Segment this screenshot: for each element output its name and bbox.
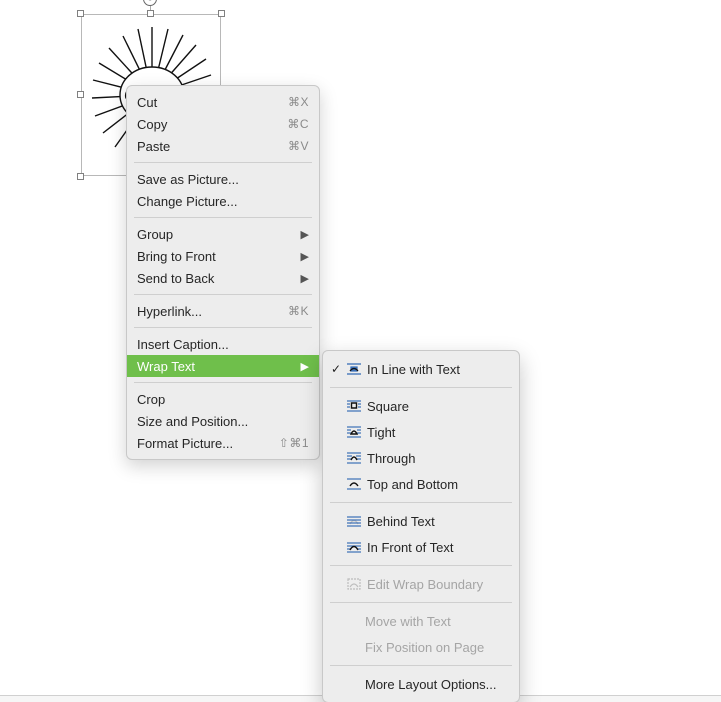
menu-item-label: Insert Caption...: [137, 337, 229, 352]
submenu-arrow-icon: ▶: [301, 250, 309, 263]
menu-item-bring-to-front[interactable]: Bring to Front ▶: [127, 245, 319, 267]
menu-separator: [330, 387, 512, 388]
resize-handle-top-left[interactable]: [77, 10, 84, 17]
wrap-text-submenu: ✓ In Line with Text Square Tight Through…: [322, 350, 520, 702]
menu-item-paste[interactable]: Paste ⌘V: [127, 135, 319, 157]
submenu-item-move-with-text: Move with Text: [323, 608, 519, 634]
wrap-square-icon: [343, 399, 365, 413]
submenu-arrow-icon: ▶: [301, 228, 309, 241]
submenu-item-label: Tight: [365, 425, 509, 440]
wrap-tight-icon: [343, 425, 365, 439]
menu-item-crop[interactable]: Crop: [127, 388, 319, 410]
wrap-infront-icon: [343, 540, 365, 554]
submenu-item-in-front-of-text[interactable]: In Front of Text: [323, 534, 519, 560]
submenu-item-fix-position: Fix Position on Page: [323, 634, 519, 660]
submenu-item-label: Fix Position on Page: [329, 640, 509, 655]
menu-item-label: Crop: [137, 392, 165, 407]
menu-item-group[interactable]: Group ▶: [127, 223, 319, 245]
submenu-arrow-icon: ▶: [301, 360, 309, 373]
menu-separator: [330, 602, 512, 603]
submenu-item-label: In Front of Text: [365, 540, 509, 555]
checkmark-icon: ✓: [329, 362, 343, 376]
wrap-edit-boundary-icon: [343, 577, 365, 591]
menu-separator: [134, 294, 312, 295]
submenu-item-label: Edit Wrap Boundary: [365, 577, 509, 592]
menu-separator: [134, 217, 312, 218]
menu-item-shortcut: ⌘X: [288, 95, 309, 109]
menu-separator: [330, 565, 512, 566]
menu-item-label: Cut: [137, 95, 157, 110]
menu-item-cut[interactable]: Cut ⌘X: [127, 91, 319, 113]
menu-item-hyperlink[interactable]: Hyperlink... ⌘K: [127, 300, 319, 322]
resize-handle-middle-left[interactable]: [77, 91, 84, 98]
menu-item-size-position[interactable]: Size and Position...: [127, 410, 319, 432]
menu-item-shortcut: ⌘K: [288, 304, 309, 318]
wrap-top-bottom-icon: [343, 477, 365, 491]
resize-handle-top-middle[interactable]: [147, 10, 154, 17]
menu-item-wrap-text[interactable]: Wrap Text ▶: [127, 355, 319, 377]
resize-handle-top-right[interactable]: [218, 10, 225, 17]
menu-separator: [330, 665, 512, 666]
menu-item-label: Format Picture...: [137, 436, 233, 451]
wrap-through-icon: [343, 451, 365, 465]
menu-item-label: Copy: [137, 117, 167, 132]
menu-item-send-to-back[interactable]: Send to Back ▶: [127, 267, 319, 289]
context-menu: Cut ⌘X Copy ⌘C Paste ⌘V Save as Picture.…: [126, 85, 320, 460]
wrap-behind-icon: [343, 514, 365, 528]
menu-item-label: Size and Position...: [137, 414, 248, 429]
menu-item-label: Wrap Text: [137, 359, 195, 374]
menu-item-label: Group: [137, 227, 173, 242]
menu-item-label: Paste: [137, 139, 170, 154]
menu-item-label: Bring to Front: [137, 249, 216, 264]
menu-item-shortcut: ⇧⌘1: [279, 436, 309, 450]
resize-handle-bottom-left[interactable]: [77, 173, 84, 180]
menu-item-label: Send to Back: [137, 271, 214, 286]
menu-item-label: Hyperlink...: [137, 304, 202, 319]
menu-separator: [134, 327, 312, 328]
submenu-item-label: Square: [365, 399, 509, 414]
submenu-item-in-line-with-text[interactable]: ✓ In Line with Text: [323, 356, 519, 382]
submenu-item-label: Move with Text: [329, 614, 509, 629]
menu-item-insert-caption[interactable]: Insert Caption...: [127, 333, 319, 355]
submenu-item-more-layout-options[interactable]: More Layout Options...: [323, 671, 519, 697]
submenu-item-edit-wrap-boundary: Edit Wrap Boundary: [323, 571, 519, 597]
menu-item-change-picture[interactable]: Change Picture...: [127, 190, 319, 212]
submenu-item-label: Through: [365, 451, 509, 466]
menu-separator: [330, 502, 512, 503]
menu-separator: [134, 162, 312, 163]
submenu-item-label: Behind Text: [365, 514, 509, 529]
submenu-item-through[interactable]: Through: [323, 445, 519, 471]
submenu-item-behind-text[interactable]: Behind Text: [323, 508, 519, 534]
submenu-item-label: In Line with Text: [365, 362, 509, 377]
menu-item-copy[interactable]: Copy ⌘C: [127, 113, 319, 135]
menu-item-shortcut: ⌘V: [288, 139, 309, 153]
submenu-item-tight[interactable]: Tight: [323, 419, 519, 445]
menu-separator: [134, 382, 312, 383]
menu-item-label: Change Picture...: [137, 194, 237, 209]
submenu-item-top-and-bottom[interactable]: Top and Bottom: [323, 471, 519, 497]
menu-item-save-as-picture[interactable]: Save as Picture...: [127, 168, 319, 190]
menu-item-label: Save as Picture...: [137, 172, 239, 187]
submenu-item-label: More Layout Options...: [329, 677, 509, 692]
submenu-arrow-icon: ▶: [301, 272, 309, 285]
submenu-item-square[interactable]: Square: [323, 393, 519, 419]
submenu-item-label: Top and Bottom: [365, 477, 509, 492]
menu-item-format-picture[interactable]: Format Picture... ⇧⌘1: [127, 432, 319, 454]
wrap-inline-icon: [343, 362, 365, 376]
menu-item-shortcut: ⌘C: [287, 117, 309, 131]
